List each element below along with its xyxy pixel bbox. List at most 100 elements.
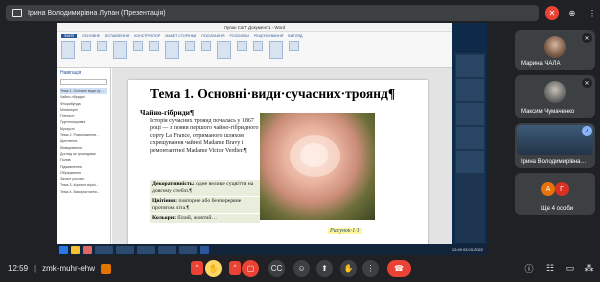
ribbon-button-icon[interactable] [149, 41, 159, 51]
participant-name: Максим Чумаченко [521, 109, 575, 115]
avatar: А [541, 182, 555, 196]
browser-icon[interactable] [83, 245, 92, 254]
table-row: Декоративність: одне велике суцвіття на … [150, 180, 260, 196]
nav-title: Навігація [60, 70, 82, 76]
end-call-icon[interactable]: ☎ [387, 260, 411, 277]
ribbon-tab[interactable]: РЕЦЕНЗУВАННЯ [254, 34, 283, 38]
ribbon-tabs: ФАЙЛ ОСНОВНЕ ВСТАВЛЕННЯ КОНСТРУКТОР МАКЕ… [57, 32, 452, 40]
document-subheading: Чайно-гібриди¶ [140, 108, 195, 117]
mic-off-icon[interactable]: ✕ [545, 6, 559, 20]
ribbon-tab[interactable]: ВИГЛЯД [288, 34, 302, 38]
ribbon-button-icon[interactable] [253, 41, 263, 51]
word-title-bar: Лупан С&Т Документ1 - Word [57, 23, 452, 32]
nav-item[interactable]: Тема 4. Використання… [60, 189, 107, 195]
more-participants-tile[interactable]: А Г Ще 4 особи [515, 173, 595, 215]
row-label: Кольори: [152, 215, 176, 221]
rose-photo [260, 113, 375, 220]
side-tile [456, 127, 484, 149]
raise-hand-icon[interactable]: ✋ [205, 260, 222, 277]
taskbar-item[interactable] [95, 245, 113, 254]
ribbon-button-icon[interactable] [133, 41, 143, 51]
ribbon-button-icon[interactable] [237, 41, 247, 51]
participant-tile[interactable]: ✕ Максим Чумаченко [515, 75, 595, 118]
present-icon[interactable]: ⬆ [316, 260, 333, 277]
participant-tile[interactable]: ✕ Марина ЧАЛА [515, 30, 595, 70]
ribbon-button-icon[interactable] [113, 41, 127, 59]
ribbon-tab[interactable]: КОНСТРУКТОР [134, 34, 160, 38]
meeting-code: zmk-muhr-ehw [42, 264, 96, 273]
activities-grid-icon[interactable]: ⁂ [582, 261, 596, 275]
ribbon-button-icon[interactable] [217, 41, 231, 59]
windows-taskbar: 12:49 03.03.2022 [57, 244, 487, 255]
meet-window: Ірина Володимирівна Лупан (Презентація) … [0, 0, 600, 282]
hand-icon[interactable]: ✋ [340, 260, 357, 277]
ribbon-tab[interactable]: МАКЕТ СТОРІНКИ [165, 34, 196, 38]
activities-icon[interactable] [101, 263, 112, 274]
emoji-icon[interactable]: ☺ [293, 260, 310, 277]
chat-icon[interactable]: ▭ [563, 261, 577, 275]
info-icon[interactable]: ⓘ [522, 261, 536, 275]
start-icon[interactable] [59, 245, 68, 254]
nav-list: Тема 1. Основні види су… Чайно-гібридні … [57, 86, 110, 197]
table-row: Кольори: білий, жовтий… [150, 214, 260, 223]
participant-name: Ірина Володимирівна… [521, 159, 587, 165]
captions-icon[interactable]: CC [268, 260, 285, 277]
taskbar-clock: 12:49 03.03.2022 [451, 247, 483, 252]
ribbon-body [57, 40, 452, 60]
explorer-icon[interactable] [71, 245, 80, 254]
side-tile [456, 55, 484, 77]
taskbar-item[interactable] [116, 245, 134, 254]
mic-off-icon: ✕ [582, 78, 592, 88]
ribbon-tab[interactable]: ФАЙЛ [61, 34, 77, 38]
mic-off-icon: ✕ [582, 33, 592, 43]
word-ribbon: ФАЙЛ ОСНОВНЕ ВСТАВЛЕННЯ КОНСТРУКТОР МАКЕ… [57, 32, 452, 68]
ribbon-tab[interactable]: ВСТАВЛЕННЯ [105, 34, 129, 38]
side-tile [456, 103, 484, 125]
presentation-bar: Ірина Володимирівна Лупан (Презентація) … [6, 5, 599, 21]
ribbon-button-icon[interactable] [289, 41, 299, 51]
presenter-pill[interactable]: Ірина Володимирівна Лупан (Презентація) [6, 5, 539, 21]
separator: | [34, 264, 37, 273]
figure-caption: Рисунок·1·1 [328, 228, 362, 234]
row-text: білий, жовтий… [177, 215, 218, 221]
document-paragraph: Історія сучасних троянд почалась у 1867 … [150, 118, 259, 154]
table-row: Цвітіння: повторне або безперервне протя… [150, 197, 260, 213]
nav-search-input[interactable] [60, 79, 107, 85]
properties-table: Декоративність: одне велике суцвіття на … [150, 180, 260, 224]
screen-share-icon [12, 9, 22, 17]
avatar [544, 81, 566, 103]
taskbar-item[interactable] [137, 245, 155, 254]
avatar [544, 36, 566, 58]
ribbon-button-icon[interactable] [81, 41, 91, 51]
ribbon-button-icon[interactable] [61, 41, 75, 59]
ribbon-button-icon[interactable] [97, 41, 107, 51]
participant-tile[interactable]: ♪ Ірина Володимирівна… [515, 123, 595, 168]
navigation-pane: Навігація Тема 1. Основні види су… Чайно… [57, 68, 111, 255]
shared-screen: Лупан С&Т Документ1 - Word ФАЙЛ ОСНОВНЕ … [57, 23, 487, 255]
word-icon[interactable] [200, 245, 209, 254]
taskbar-item[interactable] [179, 245, 197, 254]
camera-toggle-arrow[interactable]: ^ [229, 261, 241, 275]
side-tile [456, 151, 484, 173]
row-label: Декоративність: [152, 181, 195, 187]
people-icon[interactable]: ☷ [543, 261, 557, 275]
speaking-icon: ♪ [582, 126, 592, 136]
pin-icon[interactable]: ⊕ [565, 6, 579, 20]
ribbon-tab[interactable]: ПОСИЛАННЯ [201, 34, 224, 38]
document-page[interactable]: Тема 1. Основні·види·сучасних·троянд¶ Ча… [128, 80, 428, 255]
ribbon-tab[interactable]: ОСНОВНЕ [82, 34, 100, 38]
ribbon-button-icon[interactable] [269, 41, 283, 59]
ribbon-tab[interactable]: РОЗСИЛКИ [230, 34, 249, 38]
ribbon-button-icon[interactable] [201, 41, 211, 51]
ribbon-button-icon[interactable] [165, 41, 179, 59]
ribbon-button-icon[interactable] [185, 41, 195, 51]
more-vert-icon[interactable]: ⋮ [585, 6, 599, 20]
taskbar-item[interactable] [158, 245, 176, 254]
meeting-time: 12:59 [8, 264, 29, 273]
camera-off-icon[interactable]: ▢ [242, 260, 259, 277]
mic-toggle-arrow[interactable]: ^ [191, 261, 203, 275]
meeting-info: 12:59 | zmk-muhr-ehw [0, 263, 112, 274]
top-icons: ✕ ⊕ ⋮ [545, 6, 599, 20]
document-heading: Тема 1. Основні·види·сучасних·троянд¶ [150, 86, 396, 101]
more-options-icon[interactable]: ⋮ [362, 260, 379, 277]
